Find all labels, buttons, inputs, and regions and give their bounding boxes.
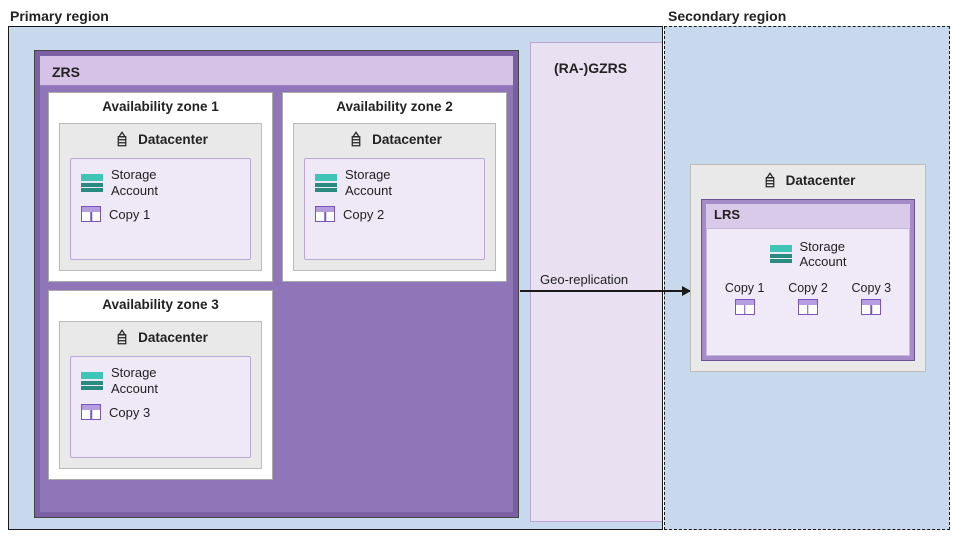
lrs-copy3-label: Copy 3 xyxy=(852,281,892,295)
secondary-region-title: Secondary region xyxy=(668,8,786,24)
zrs-body: Availability zone 1 Datacenter Storage A… xyxy=(40,86,513,512)
zrs-label: ZRS xyxy=(52,64,80,80)
lrs-body: Storage Account Copy 1 Copy 2 Copy 3 xyxy=(706,228,910,356)
availability-zone-1: Availability zone 1 Datacenter Storage A… xyxy=(48,92,273,282)
sec-sa-label: Storage Account xyxy=(800,239,847,269)
az2-copy-label: Copy 2 xyxy=(343,207,384,222)
copy-icon xyxy=(735,299,755,315)
az1-copy-label: Copy 1 xyxy=(109,207,150,222)
copy-icon xyxy=(315,206,335,222)
lrs-container: LRS Storage Account Copy 1 Copy 2 xyxy=(701,199,915,361)
az3-storage-zone: Storage Account Copy 3 xyxy=(70,356,251,458)
az1-storage-zone: Storage Account Copy 1 xyxy=(70,158,251,260)
storage-account-icon xyxy=(81,174,103,192)
storage-account-icon xyxy=(770,245,792,263)
az3-datacenter: Datacenter Storage Account Copy 3 xyxy=(59,321,262,469)
copy-icon xyxy=(81,404,101,420)
storage-account-icon xyxy=(81,372,103,390)
az2-dc-label: Datacenter xyxy=(372,132,442,147)
az3-dc-label: Datacenter xyxy=(138,330,208,345)
az1-sa-label: Storage Account xyxy=(111,167,158,198)
az2-sa-label: Storage Account xyxy=(345,167,392,198)
lrs-copy-3: Copy 3 xyxy=(852,281,892,315)
availability-zone-3: Availability zone 3 Datacenter Storage A… xyxy=(48,290,273,480)
geo-replication-arrow xyxy=(520,290,690,292)
storage-account-icon xyxy=(315,174,337,192)
lrs-copy2-label: Copy 2 xyxy=(788,281,828,295)
az3-sa-label: Storage Account xyxy=(111,365,158,396)
copy-icon xyxy=(798,299,818,315)
az2-title: Availability zone 2 xyxy=(283,93,506,118)
lrs-label: LRS xyxy=(706,204,910,228)
lrs-copy-1: Copy 1 xyxy=(725,281,765,315)
az1-dc-label: Datacenter xyxy=(138,132,208,147)
ra-gzrs-label: (RA-)GZRS xyxy=(554,60,627,76)
copy-icon xyxy=(81,206,101,222)
zrs-header: ZRS xyxy=(40,56,513,86)
availability-zone-2: Availability zone 2 Datacenter Storage A… xyxy=(282,92,507,282)
primary-region-title: Primary region xyxy=(10,8,109,24)
secondary-datacenter: Datacenter LRS Storage Account Copy 1 Co… xyxy=(690,164,926,372)
sec-dc-label: Datacenter xyxy=(786,173,856,188)
az2-storage-zone: Storage Account Copy 2 xyxy=(304,158,485,260)
az1-title: Availability zone 1 xyxy=(49,93,272,118)
az1-datacenter: Datacenter Storage Account Copy 1 xyxy=(59,123,262,271)
datacenter-icon xyxy=(761,171,779,189)
datacenter-icon xyxy=(113,130,131,148)
zrs-container: ZRS Availability zone 1 Datacenter Stora… xyxy=(34,50,519,518)
lrs-copy1-label: Copy 1 xyxy=(725,281,765,295)
lrs-copy-2: Copy 2 xyxy=(788,281,828,315)
az3-copy-label: Copy 3 xyxy=(109,405,150,420)
datacenter-icon xyxy=(113,328,131,346)
datacenter-icon xyxy=(347,130,365,148)
az2-datacenter: Datacenter Storage Account Copy 2 xyxy=(293,123,496,271)
az3-title: Availability zone 3 xyxy=(49,291,272,316)
geo-replication-label: Geo-replication xyxy=(540,272,628,287)
copy-icon xyxy=(861,299,881,315)
